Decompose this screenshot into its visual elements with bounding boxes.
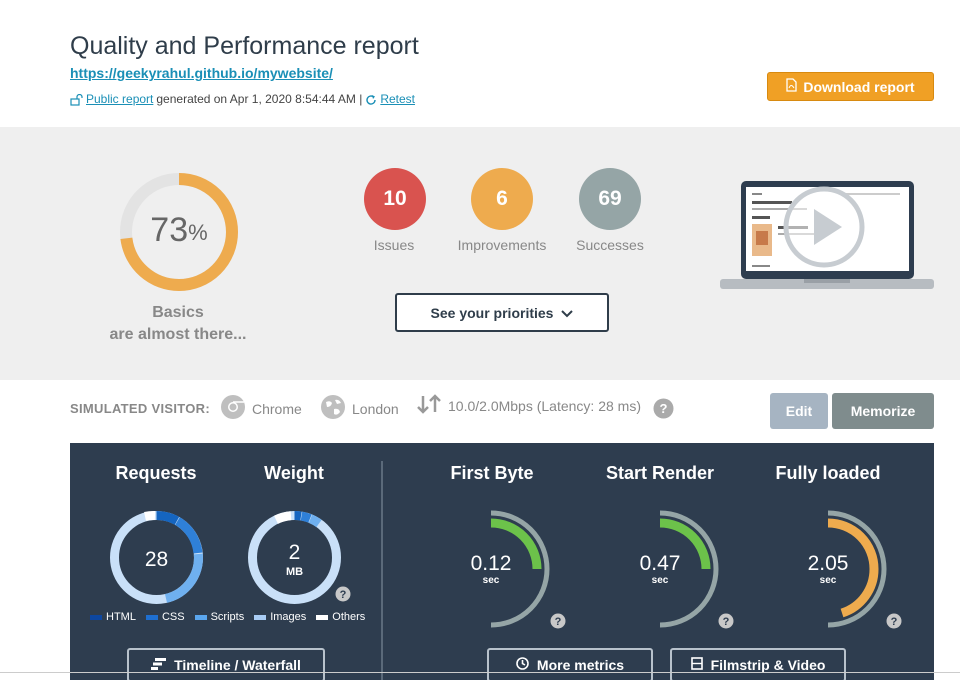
generated-text: generated on Apr 1, 2020 8:54:44 AM | (156, 92, 363, 106)
legend-html: HTML (90, 611, 136, 623)
start-render-title: Start Render (605, 463, 715, 483)
download-report-button[interactable]: Download report (767, 72, 934, 101)
public-report-link[interactable]: Public report (86, 92, 153, 106)
more-metrics-label: More metrics (536, 657, 625, 673)
start-render-value: 0.47 (640, 552, 681, 575)
see-priorities-label: See your priorities (430, 304, 554, 321)
fully-loaded-title: Fully loaded (775, 463, 881, 483)
simulated-visitor-label: SIMULATED VISITOR: (70, 401, 210, 416)
svg-text:?: ? (340, 589, 347, 601)
start-render-unit: sec (652, 575, 669, 586)
weight-title: Weight (264, 463, 324, 483)
visitor-help-icon[interactable]: ? (653, 398, 674, 419)
fully-loaded-help-icon[interactable]: ? (886, 613, 902, 634)
film-icon (690, 657, 703, 673)
clock-icon (516, 657, 529, 673)
improvements-count[interactable]: 6 (471, 168, 533, 230)
chrome-icon (220, 394, 246, 423)
timeline-waterfall-label: Timeline / Waterfall (174, 657, 301, 673)
see-priorities-button[interactable]: See your priorities (395, 293, 609, 332)
issues-count[interactable]: 10 (364, 168, 426, 230)
score-number: 73 (150, 210, 189, 249)
memorize-button[interactable]: Memorize (832, 393, 934, 429)
requests-title: Requests (115, 463, 197, 483)
globe-icon (320, 394, 346, 423)
svg-text:?: ? (723, 616, 730, 628)
unlock-icon (70, 92, 83, 106)
metrics-divider (381, 461, 383, 680)
issues-label: Issues (373, 237, 415, 253)
download-report-label: Download report (803, 78, 915, 95)
connection-setting: 10.0/2.0Mbps (Latency: 28 ms) (416, 394, 641, 417)
weight-value: 2 (289, 541, 301, 564)
simulated-visitor-bar: SIMULATED VISITOR: Chrome London 10.0/2.… (0, 380, 960, 442)
basics-line2: are almost there... (109, 326, 247, 343)
filmstrip-video-button[interactable]: Filmstrip & Video (670, 648, 846, 680)
waterfall-icon (151, 657, 167, 673)
page-title: Quality and Performance report (70, 32, 419, 60)
weight-donut[interactable]: 2 MB (246, 509, 343, 606)
page-screenshot-video[interactable] (720, 181, 934, 293)
score-unit: % (188, 220, 208, 245)
legend-css: CSS (145, 611, 185, 623)
fully-loaded-gauge[interactable]: 2.05 sec (776, 509, 892, 631)
requests-donut[interactable]: 28 (108, 509, 205, 606)
requests-value: 28 (145, 548, 168, 571)
refresh-icon (365, 92, 377, 106)
location-setting: London (320, 394, 399, 423)
start-render-gauge[interactable]: 0.47 sec (608, 509, 724, 631)
basics-line1: Basics (152, 304, 204, 321)
successes-label: Successes (576, 237, 644, 253)
chevron-down-icon (561, 305, 574, 321)
report-header: Quality and Performance report https://g… (0, 0, 960, 127)
pdf-file-icon (786, 78, 798, 95)
basics-status: Basics are almost there... (98, 302, 258, 346)
more-metrics-button[interactable]: More metrics (487, 648, 653, 680)
weight-help-icon[interactable]: ? (335, 586, 351, 607)
first-byte-value: 0.12 (471, 552, 512, 575)
fully-loaded-unit: sec (820, 575, 837, 586)
legend-images: Images (254, 611, 306, 623)
weight-unit: MB (286, 566, 303, 578)
first-byte-title: First Byte (450, 463, 534, 483)
legend-scripts: Scripts (194, 611, 244, 623)
up-down-arrows-icon (416, 394, 442, 417)
svg-text:?: ? (555, 616, 562, 628)
site-url-link[interactable]: https://geekyrahul.github.io/mywebsite/ (70, 65, 333, 81)
start-render-help-icon[interactable]: ? (718, 613, 734, 634)
score-value: 73% (116, 169, 242, 291)
page-bottom-border (0, 672, 960, 673)
edit-button[interactable]: Edit (770, 393, 828, 429)
summary-panel: 73% Basics are almost there... 10 Issues… (0, 127, 960, 380)
first-byte-help-icon[interactable]: ? (550, 613, 566, 634)
report-meta: Public report generated on Apr 1, 2020 8… (70, 92, 415, 106)
metrics-panel: Requests Weight 28 2 MB ? HTML CSS Scrip… (70, 443, 934, 680)
retest-link[interactable]: Retest (380, 92, 415, 106)
location-name: London (352, 400, 399, 417)
connection-speed: 10.0/2.0Mbps (Latency: 28 ms) (448, 397, 641, 414)
svg-text:?: ? (660, 401, 668, 416)
browser-name: Chrome (252, 400, 302, 417)
legend-others: Others (316, 611, 365, 623)
fully-loaded-value: 2.05 (808, 552, 849, 575)
improvements-label: Improvements (457, 237, 547, 253)
timeline-waterfall-button[interactable]: Timeline / Waterfall (127, 648, 325, 680)
score-gauge: 73% (116, 169, 242, 295)
browser-setting: Chrome (220, 394, 302, 423)
svg-text:?: ? (891, 616, 898, 628)
resource-legend: HTML CSS Scripts Images Others (90, 611, 365, 623)
successes-count[interactable]: 69 (579, 168, 641, 230)
first-byte-unit: sec (483, 575, 500, 586)
filmstrip-video-label: Filmstrip & Video (710, 657, 826, 673)
first-byte-gauge[interactable]: 0.12 sec (439, 509, 555, 631)
